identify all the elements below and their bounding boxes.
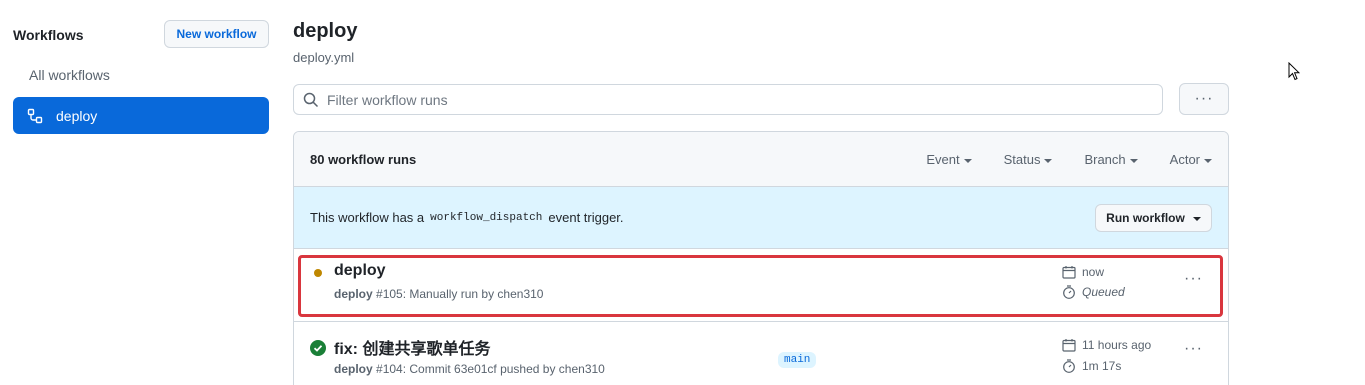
- mouse-cursor-icon: [1288, 62, 1300, 81]
- success-check-icon: [310, 340, 326, 356]
- runs-filters: Event Status Branch Actor: [894, 132, 1212, 187]
- run-duration: 1m 17s: [1062, 359, 1121, 373]
- workflow-dispatch-banner: This workflow has a workflow_dispatch ev…: [294, 187, 1228, 249]
- queued-status-icon: [314, 269, 322, 277]
- new-workflow-button[interactable]: New workflow: [164, 20, 269, 48]
- branch-filter-dropdown[interactable]: Branch: [1084, 152, 1138, 167]
- calendar-icon: [1062, 338, 1076, 352]
- banner-code: workflow_dispatch: [430, 211, 543, 224]
- run-duration: Queued: [1062, 285, 1125, 299]
- more-options-button[interactable]: ···: [1179, 83, 1229, 115]
- workflow-runs-box: 80 workflow runs Event Status Branch Act…: [293, 131, 1229, 385]
- sidebar-title: Workflows: [13, 27, 84, 43]
- status-filter-dropdown[interactable]: Status: [1004, 152, 1053, 167]
- run-title[interactable]: deploy: [334, 262, 386, 280]
- run-more-button[interactable]: ···: [1184, 340, 1203, 358]
- main-content: deploy deploy.yml Filter workflow runs ·…: [293, 0, 1229, 385]
- caret-down-icon: [1192, 217, 1201, 221]
- branch-label[interactable]: main: [778, 352, 817, 368]
- workflow-run-row[interactable]: fix: 创建共享歌单任务 deploy #104: Commit 63e01c…: [294, 322, 1228, 385]
- search-icon: [303, 92, 319, 108]
- sidebar-item-label: deploy: [56, 107, 98, 124]
- banner-text-before: This workflow has a: [310, 210, 425, 225]
- caret-down-icon: [1204, 158, 1212, 163]
- banner-text-after: event trigger.: [548, 210, 624, 225]
- filter-workflow-runs-input[interactable]: Filter workflow runs: [293, 84, 1163, 115]
- calendar-icon: [1062, 265, 1076, 279]
- sidebar-item-all-workflows[interactable]: All workflows: [29, 67, 110, 83]
- caret-down-icon: [1129, 158, 1138, 163]
- workflow-file-link[interactable]: deploy.yml: [293, 50, 354, 65]
- stopwatch-icon: [1062, 285, 1076, 299]
- workflows-sidebar: Workflows New workflow All workflows dep…: [0, 0, 285, 385]
- caret-down-icon: [1044, 158, 1053, 163]
- filter-placeholder: Filter workflow runs: [327, 91, 448, 108]
- sidebar-item-deploy[interactable]: deploy: [13, 97, 269, 134]
- runs-count: 80 workflow runs: [310, 151, 417, 167]
- page-title: deploy: [293, 20, 358, 42]
- run-more-button[interactable]: ···: [1184, 270, 1203, 288]
- run-title[interactable]: fix: 创建共享歌单任务: [334, 335, 490, 359]
- workflow-icon: [27, 108, 43, 124]
- run-subtitle: deploy #104: Commit 63e01cf pushed by ch…: [334, 362, 605, 376]
- runs-header: 80 workflow runs Event Status Branch Act…: [294, 132, 1228, 187]
- event-filter-dropdown[interactable]: Event: [926, 152, 972, 167]
- actor-filter-dropdown[interactable]: Actor: [1170, 152, 1212, 167]
- run-time: 11 hours ago: [1062, 338, 1151, 352]
- stopwatch-icon: [1062, 359, 1076, 373]
- workflow-run-row[interactable]: deploy deploy #105: Manually run by chen…: [294, 249, 1228, 322]
- run-workflow-button[interactable]: Run workflow: [1095, 204, 1212, 232]
- caret-down-icon: [963, 158, 972, 163]
- run-time: now: [1062, 265, 1104, 279]
- run-subtitle: deploy #105: Manually run by chen310: [334, 287, 544, 301]
